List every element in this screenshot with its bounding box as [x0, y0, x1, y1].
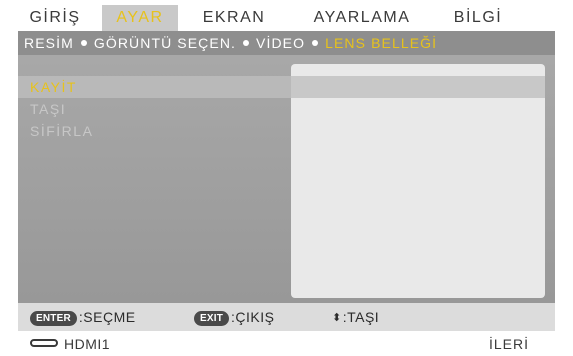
detail-panel-highlight [291, 76, 545, 98]
hint-exit-label: :ÇIKIŞ [231, 309, 275, 325]
bullet-icon [243, 40, 250, 47]
menu-content: KAYİT TAŞI SİFİRLA [18, 55, 555, 303]
tab-ayarlama[interactable]: AYARLAMA [306, 5, 418, 31]
bullet-icon [312, 40, 319, 47]
hint-enter: ENTER:SEÇME [30, 307, 136, 327]
tab-ekran[interactable]: EKRAN [194, 5, 274, 31]
hint-move: ⬍:TAŞI [332, 307, 379, 327]
breadcrumb-item-video[interactable]: VİDEO [256, 35, 305, 51]
hdmi-connector-icon [30, 339, 58, 347]
up-down-arrows-icon: ⬍ [332, 312, 342, 325]
breadcrumb-item-goruntu-secen[interactable]: GÖRÜNTÜ SEÇEN. [94, 35, 236, 51]
menu-item-kayit[interactable]: KAYİT [18, 76, 291, 98]
tab-giris[interactable]: GİRİŞ [24, 5, 86, 31]
breadcrumb-item-lens-bellegi[interactable]: LENS BELLEĞİ [325, 35, 437, 51]
submenu-bar: RESİM GÖRÜNTÜ SEÇEN. VİDEO LENS BELLEĞİ [18, 31, 555, 55]
input-source-label: HDMI1 [64, 336, 111, 352]
tab-ayar[interactable]: AYAR [102, 5, 178, 31]
bullet-icon [80, 40, 87, 47]
menu-item-tasi[interactable]: TAŞI [18, 98, 291, 120]
detail-panel [291, 64, 545, 298]
breadcrumb-item-resim[interactable]: RESİM [24, 35, 74, 51]
menu-item-sifirla[interactable]: SİFİRLA [18, 120, 291, 142]
projector-osd: GİRİŞ AYAR EKRAN AYARLAMA BİLGİ RESİM GÖR… [0, 0, 573, 356]
menu-tabs: GİRİŞ AYAR EKRAN AYARLAMA BİLGİ [0, 5, 573, 31]
hint-exit: EXIT:ÇIKIŞ [194, 307, 275, 327]
status-bar: HDMI1 İLERİ [18, 331, 555, 356]
help-bar: ENTER:SEÇME EXIT:ÇIKIŞ ⬍:TAŞI [18, 303, 555, 331]
tab-bilgi[interactable]: BİLGİ [442, 5, 514, 31]
breadcrumb: RESİM GÖRÜNTÜ SEÇEN. VİDEO LENS BELLEĞİ [24, 31, 437, 55]
exit-key-icon: EXIT [194, 310, 230, 326]
next-button[interactable]: İLERİ [489, 333, 529, 355]
hint-enter-label: :SEÇME [78, 309, 136, 325]
enter-key-icon: ENTER [30, 310, 77, 326]
menu-list: KAYİT TAŞI SİFİRLA [18, 76, 291, 142]
hint-move-label: :TAŞI [342, 309, 380, 325]
